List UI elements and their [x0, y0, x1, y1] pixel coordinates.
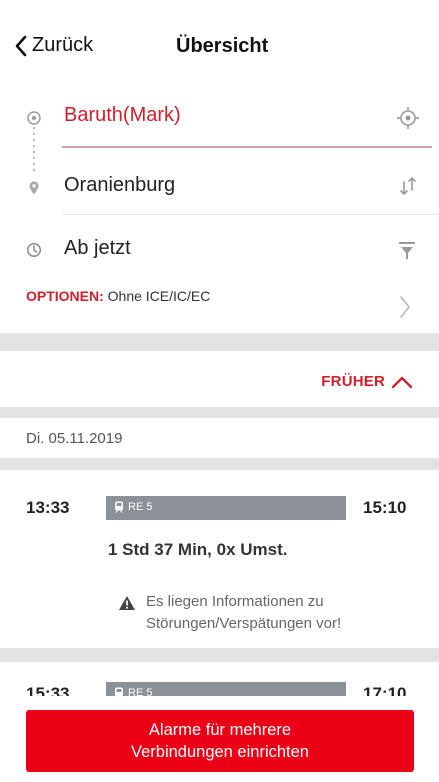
train-bar: RE 5	[106, 682, 346, 696]
origin-underline	[62, 146, 432, 148]
swap-icon[interactable]	[398, 174, 418, 198]
arrival-time: 15:10	[363, 498, 407, 517]
options-row[interactable]: OPTIONEN: Ohne ICE/IC/EC	[0, 278, 439, 328]
connection-item[interactable]: 15:33 RE 5 17:10	[0, 662, 439, 696]
destination-field[interactable]: Oranienburg	[0, 160, 439, 216]
back-button[interactable]: Zurück	[14, 34, 93, 57]
warning-icon	[119, 596, 135, 610]
date-header: Di. 05.11.2019	[0, 418, 439, 458]
earlier-label: FRÜHER	[321, 373, 385, 390]
section-separator	[0, 458, 439, 470]
options-label: OPTIONEN:	[26, 288, 104, 304]
destination-pin-icon	[29, 181, 39, 195]
page-title: Übersicht	[176, 35, 269, 57]
header: Zurück Übersicht	[0, 0, 439, 98]
connection-item[interactable]: 13:33 RE 5 15:10 1 Std 37 Min, 0x Umst. …	[0, 470, 439, 648]
section-separator	[0, 407, 439, 418]
date-label: Di. 05.11.2019	[26, 430, 123, 447]
options-text: OPTIONEN: Ohne ICE/IC/EC	[26, 288, 210, 304]
train-bar: RE 5	[106, 496, 346, 520]
notice-line: Störungen/Verspätungen vor!	[146, 615, 342, 632]
alarm-button-line: Alarme für mehrere	[148, 721, 292, 739]
duration-text: 1 Std 37 Min, 0x Umst.	[108, 540, 288, 559]
time-value[interactable]: Ab jetzt	[64, 237, 131, 260]
train-label: RE 5	[114, 687, 152, 696]
set-alarms-button[interactable]: Alarme für mehrere Verbindungen einricht…	[26, 710, 414, 772]
time-field[interactable]: Ab jetzt	[0, 222, 439, 278]
disruption-notice: Es liegen Informationen zu Störungen/Ver…	[146, 591, 341, 635]
clock-icon	[26, 242, 42, 258]
options-value: Ohne ICE/IC/EC	[107, 288, 211, 304]
train-name: RE 5	[128, 687, 153, 696]
destination-input[interactable]: Oranienburg	[64, 174, 175, 197]
train-name: RE 5	[128, 501, 153, 513]
location-target-icon[interactable]	[396, 106, 420, 130]
chevron-up-icon	[391, 376, 413, 388]
alarm-button-line: Verbindungen einrichten	[131, 743, 309, 761]
chevron-left-icon	[15, 35, 27, 56]
train-icon	[115, 687, 123, 696]
origin-input[interactable]: Baruth(Mark)	[64, 104, 181, 127]
notice-line: Es liegen Informationen zu	[146, 593, 324, 610]
section-separator	[0, 648, 439, 662]
filter-icon[interactable]	[396, 239, 418, 261]
section-separator	[0, 333, 439, 351]
train-icon	[115, 501, 123, 513]
origin-field[interactable]: Baruth(Mark)	[0, 98, 439, 158]
departure-time: 15:33	[26, 684, 70, 696]
train-label: RE 5	[114, 501, 152, 513]
earlier-row: FRÜHER	[0, 363, 439, 407]
chevron-right-icon[interactable]	[398, 295, 412, 319]
back-label: Zurück	[32, 34, 94, 56]
field-divider	[62, 214, 439, 215]
departure-time: 13:33	[26, 498, 70, 517]
arrival-time: 17:10	[363, 684, 407, 696]
earlier-button[interactable]: FRÜHER	[321, 373, 413, 390]
origin-circle-icon	[27, 111, 41, 125]
